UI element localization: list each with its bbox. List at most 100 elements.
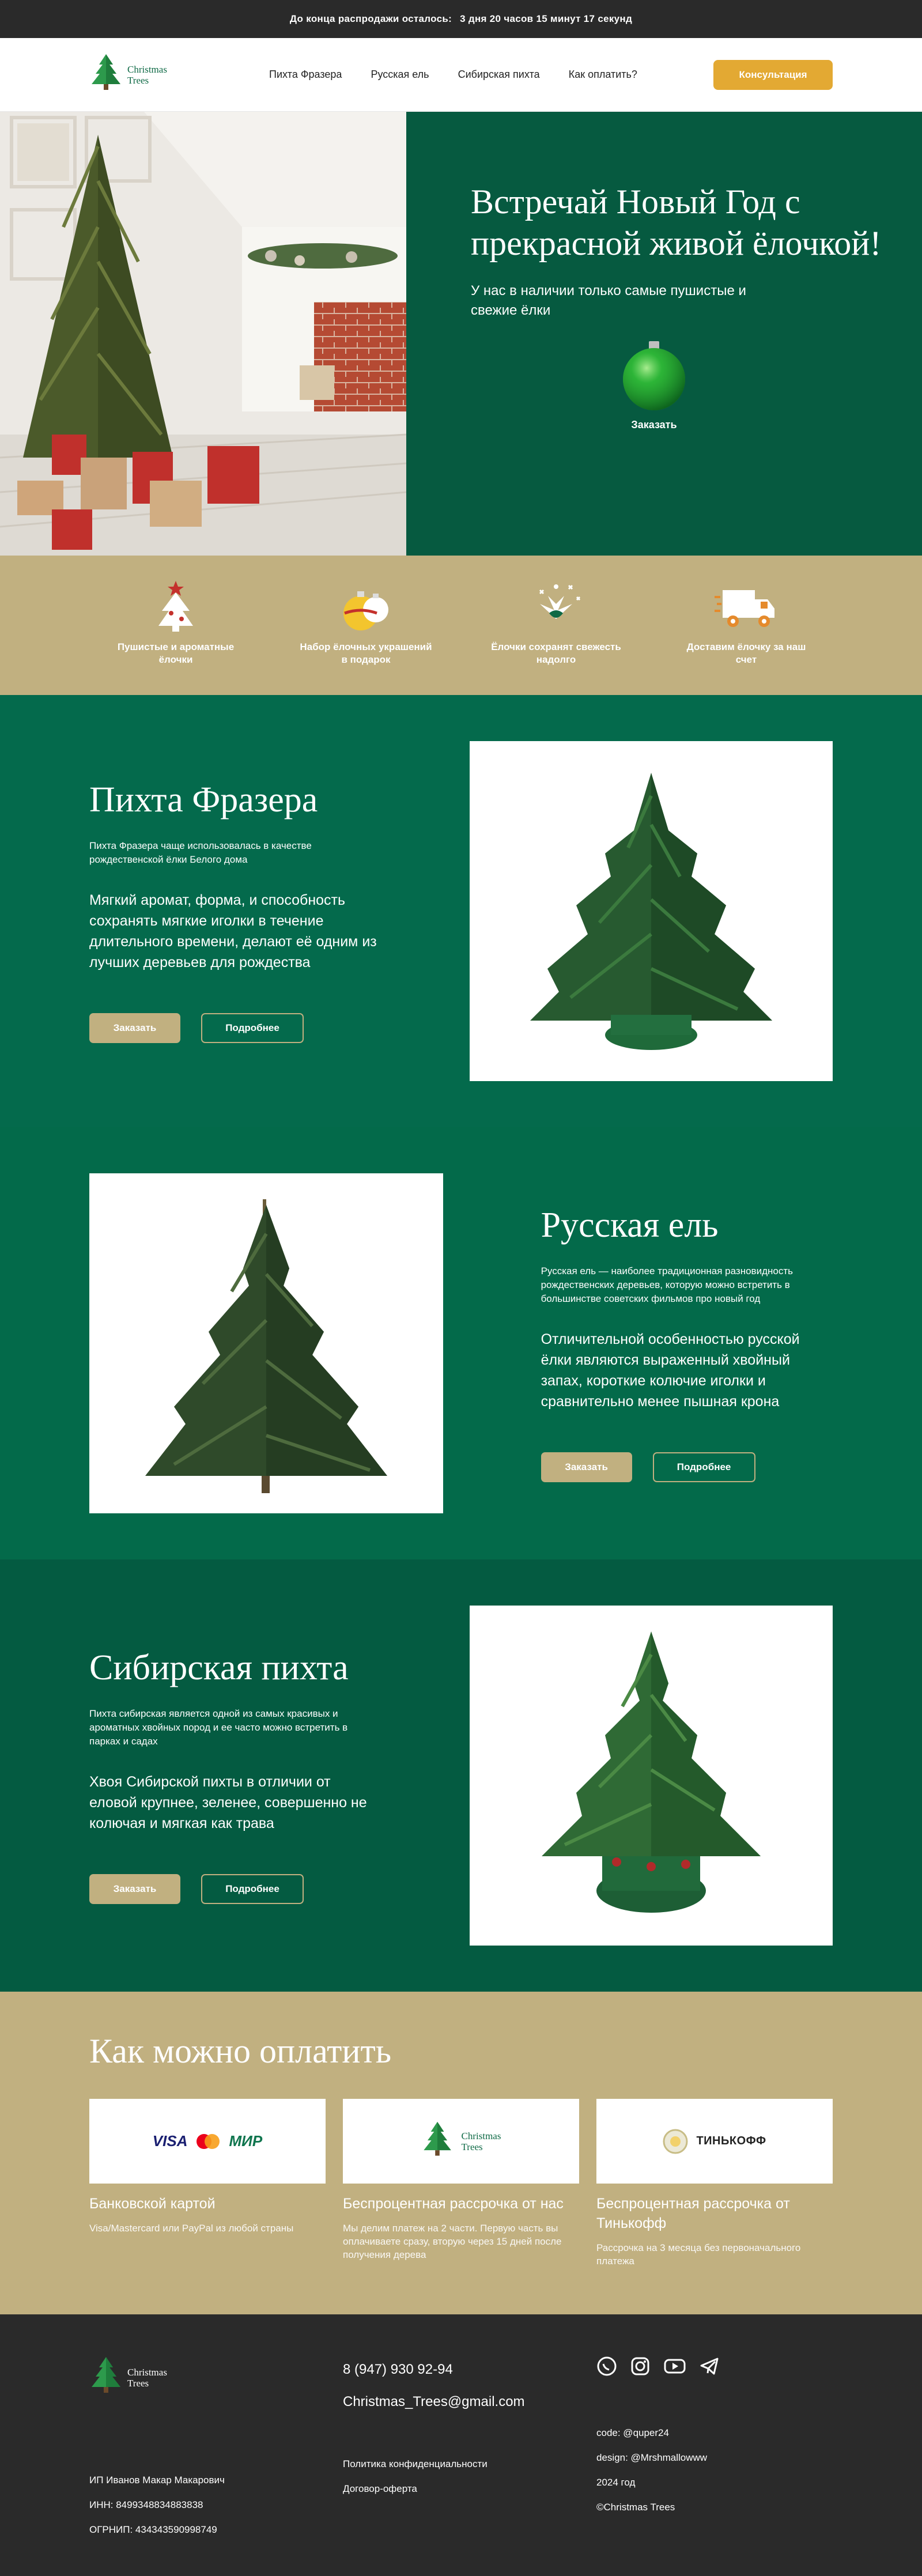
payment-section: Как можно оплатить VISA МИР Банковской к… — [0, 1992, 922, 2314]
product-note: Пихта сибирская является одной из самых … — [89, 1708, 348, 1747]
social-links — [596, 2356, 769, 2377]
site-footer: Christmas Trees ИП Иванов Макар Макарови… — [0, 2314, 922, 2576]
details-button[interactable]: Подробнее — [652, 1452, 755, 1482]
details-button[interactable]: Подробнее — [201, 1013, 304, 1043]
nav-fraser-fir[interactable]: Пихта Фразера — [269, 69, 342, 81]
product-note: Пихта Фразера чаще использовалась в каче… — [89, 840, 312, 865]
tinkoff-logo: ТИНЬКОФФ — [696, 2135, 766, 2147]
logo-line1: Christmas — [127, 63, 167, 75]
product-title: Сибирская пихта — [89, 1648, 349, 1687]
logo-line1: Christmas — [127, 2367, 167, 2378]
feature-item: Пушистые и ароматные ёлочки — [107, 579, 245, 695]
logo[interactable]: Christmas Trees — [89, 53, 262, 97]
product-image — [89, 1173, 443, 1513]
product-image — [470, 1606, 833, 1946]
product-fraser-fir: Пихта Фразера Пихта Фразера чаще использ… — [0, 695, 922, 1127]
visa-logo: VISA — [152, 2132, 188, 2150]
credit-copyright: ©Christmas Trees — [596, 2502, 675, 2513]
youtube-icon[interactable] — [663, 2356, 686, 2377]
tree-logo-icon — [92, 2357, 120, 2393]
tree-logo-icon — [92, 54, 120, 90]
logo-line2: Trees — [461, 2141, 483, 2152]
logo-line1: Christmas — [461, 2130, 501, 2141]
hero-title: Встречай Новый Год с прекрасной живой ёл… — [471, 183, 882, 262]
hero-photo — [0, 112, 406, 556]
company-ogrnip: ОГРНИП: 434343590998749 — [89, 2524, 217, 2535]
siberian-fir-tree-image — [542, 1631, 761, 1913]
feature-item: Набор ёлочных украшений в подарок — [297, 579, 435, 695]
payment-option-name: Беспроцентная рассрочка от нас — [343, 2196, 564, 2212]
whatsapp-icon[interactable] — [596, 2356, 617, 2377]
consultation-button[interactable]: Консультация — [713, 59, 833, 90]
payment-option-card[interactable]: Christmas Trees Беспроцентная рассрочка … — [343, 2099, 579, 2268]
payment-option-note: Visa/Mastercard или PayPal из любой стра… — [89, 2223, 294, 2234]
feature-item: Ёлочки сохранят свежесть надолго — [487, 579, 625, 695]
hero-content: Встречай Новый Год с прекрасной живой ёл… — [406, 112, 922, 556]
feature-label: Ёлочки сохранят свежесть надолго — [491, 641, 621, 665]
footer-logo[interactable]: Christmas Trees — [89, 2356, 262, 2400]
product-image — [470, 741, 833, 1081]
mastercard-icon — [197, 2133, 220, 2149]
payment-option-note: Мы делим платеж на 2 части. Первую часть… — [343, 2223, 562, 2260]
hero-section: Встречай Новый Год с прекрасной живой ёл… — [0, 112, 922, 556]
russian-spruce-tree-image — [145, 1199, 387, 1493]
tree-logo-icon — [423, 2121, 451, 2156]
site-header: Christmas Trees Пихта Фразера Русская ел… — [0, 38, 922, 112]
company-inn: ИНН: 8499348834883838 — [89, 2499, 203, 2510]
company-name: ИП Иванов Макар Макарович — [89, 2475, 225, 2486]
order-button[interactable]: Заказать — [541, 1452, 632, 1482]
offer-agreement-link[interactable]: Договор-оферта — [343, 2476, 596, 2501]
product-russian-spruce: Русская ель Русская ель — наиболее тради… — [0, 1127, 922, 1559]
payment-option-name: Банковской картой — [89, 2196, 216, 2212]
instagram-icon[interactable] — [630, 2356, 651, 2377]
logo-line2: Trees — [127, 74, 149, 86]
credit-year: 2024 год — [596, 2477, 636, 2488]
sale-countdown-bar: До конца распродажи осталось: 3 дня 20 ч… — [0, 0, 922, 38]
ornament-order[interactable]: Заказать — [618, 338, 690, 431]
product-title: Русская ель — [541, 1206, 719, 1245]
nav-russian-spruce[interactable]: Русская ель — [371, 69, 429, 81]
feature-item: Доставим ёлочку за наш счет — [677, 579, 815, 695]
payment-title: Как можно оплатить — [89, 2032, 392, 2070]
feature-label: Пушистые и ароматные ёлочки — [117, 641, 235, 665]
product-siberian-fir: Сибирская пихта Пихта сибирская является… — [0, 1559, 922, 1992]
ornaments-icon — [343, 591, 388, 630]
credit-code: code: @quper24 — [596, 2427, 669, 2438]
hero-order-link[interactable]: Заказать — [618, 419, 690, 431]
fresh-branch-icon — [539, 584, 581, 619]
details-button[interactable]: Подробнее — [201, 1874, 304, 1904]
footer-email[interactable]: Christmas_Trees@gmail.com — [343, 2394, 596, 2410]
payment-option-name: Беспроцентная рассрочка от Тинькофф — [596, 2196, 790, 2231]
mir-logo: МИР — [229, 2132, 263, 2150]
nav-siberian-fir[interactable]: Сибирская пихта — [458, 69, 540, 81]
hero-subtitle: У нас в наличии только самые пушистые и … — [471, 283, 746, 318]
payment-option-card[interactable]: VISA МИР Банковской картой Visa/Masterca… — [89, 2099, 326, 2268]
bank-logo: ТИНЬКОФФ — [596, 2099, 833, 2184]
order-button[interactable]: Заказать — [89, 1874, 180, 1904]
privacy-policy-link[interactable]: Политика конфиденциальности — [343, 2452, 596, 2476]
credit-design: design: @Mrshmallowww — [596, 2452, 708, 2463]
delivery-truck-icon — [715, 590, 774, 627]
product-description: Отличительной особенностью русской ёлки … — [541, 1331, 800, 1410]
product-description: Мягкий аромат, форма, и способность сохр… — [89, 892, 377, 970]
tree-icon — [158, 581, 193, 632]
tinkoff-emblem-icon — [663, 2129, 688, 2154]
product-note: Русская ель — наиболее традиционная разн… — [541, 1266, 793, 1304]
feature-label: Набор ёлочных украшений в подарок — [300, 641, 432, 665]
features-strip: Пушистые и ароматные ёлочки Набор ёлочны… — [0, 556, 922, 695]
product-title: Пихта Фразера — [89, 780, 318, 819]
telegram-icon[interactable] — [699, 2356, 720, 2377]
nav-how-to-pay[interactable]: Как оплатить? — [569, 69, 637, 81]
christmas-ball-icon — [623, 341, 685, 410]
order-button[interactable]: Заказать — [89, 1013, 180, 1043]
card-logos: VISA МИР — [89, 2099, 326, 2184]
main-nav: Пихта Фразера Русская ель Сибирская пихт… — [262, 69, 713, 81]
footer-phone[interactable]: 8 (947) 930 92-94 — [343, 2362, 596, 2378]
fraser-fir-tree-image — [530, 773, 772, 1050]
countdown-value: 3 дня 20 часов 15 минут 17 секунд — [460, 13, 633, 24]
countdown-label: До конца распродажи осталось: — [289, 13, 452, 24]
logo-line2: Trees — [127, 2378, 149, 2389]
store-logo: Christmas Trees — [343, 2099, 579, 2184]
payment-option-card[interactable]: ТИНЬКОФФ Беспроцентная рассрочка от Тинь… — [596, 2099, 833, 2268]
payment-option-note: Рассрочка на 3 месяца без первоначальног… — [596, 2242, 801, 2267]
